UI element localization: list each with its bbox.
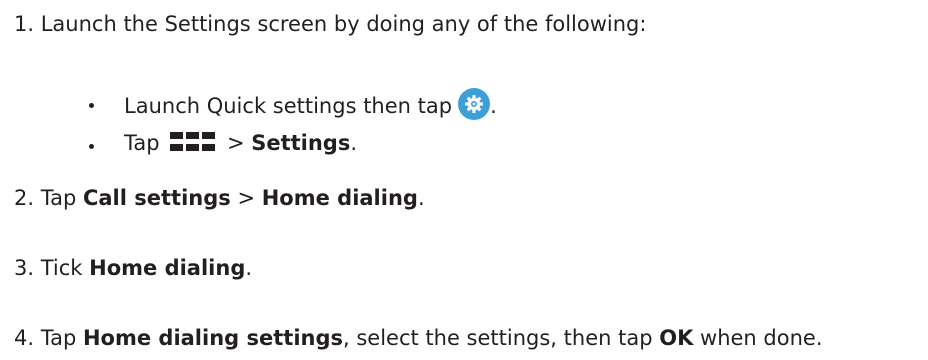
step-1: 1. Launch the Settings screen by doing a… [14, 10, 646, 38]
step-text: Launch the Settings screen by doing any … [40, 12, 647, 36]
step-text-post: when done. [693, 326, 823, 350]
step-period: . [245, 256, 253, 280]
step-2: 2. Tap Call settings > Home dialing. [14, 184, 425, 212]
settings-label: Settings [251, 131, 351, 155]
step-period: . [417, 186, 425, 210]
ok-label: OK [659, 326, 694, 350]
step-number: 1. [14, 12, 35, 36]
bullet-item-apps: Tap > Settings. [124, 129, 357, 157]
bullet-item-quick-settings: Launch Quick settings then tap . [124, 88, 497, 120]
step-text-pre: Tap [40, 186, 83, 210]
bullet-dot [89, 144, 94, 149]
step-4: 4. Tap Home dialing settings, select the… [14, 324, 823, 352]
bullet-dot [89, 103, 94, 108]
apps-grid-icon [170, 132, 216, 151]
bullet-period: . [350, 131, 358, 155]
home-dialing-label: Home dialing [89, 256, 246, 280]
call-settings-label: Call settings [82, 186, 231, 210]
step-3: 3. Tick Home dialing. [14, 254, 252, 282]
home-dialing-label: Home dialing [261, 186, 418, 210]
step-number: 4. [14, 326, 35, 350]
step-text-pre: Tick [40, 256, 90, 280]
step-number: 2. [14, 186, 35, 210]
step-text-mid: > [230, 186, 262, 210]
step-number: 3. [14, 256, 35, 280]
bullet-text: Launch Quick settings then tap [124, 94, 453, 118]
bullet-period: . [490, 94, 497, 118]
settings-gear-icon [458, 88, 491, 120]
step-text-mid: , select the settings, then tap [343, 326, 660, 350]
home-dialing-settings-label: Home dialing settings [82, 326, 343, 350]
step-text-pre: Tap [40, 326, 83, 350]
bullet-text-pre: Tap [124, 131, 160, 155]
bullet-text-mid: > [226, 131, 252, 155]
